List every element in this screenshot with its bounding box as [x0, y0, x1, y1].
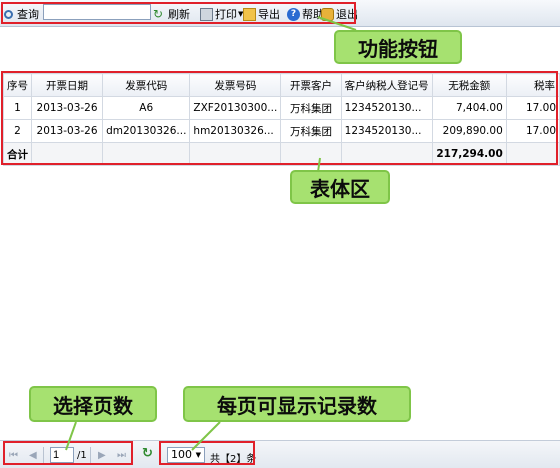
callout-page-size: 每页可显示记录数: [183, 386, 411, 422]
toolbar-highlight-frame: [1, 2, 356, 24]
callout-table-area-text: 表体区: [310, 176, 370, 201]
callout-page-select: 选择页数: [29, 386, 157, 422]
table-highlight-frame: [1, 71, 558, 165]
callout-page-size-text: 每页可显示记录数: [217, 393, 377, 418]
callout-function-buttons: 功能按钮: [334, 30, 462, 64]
pager-nav-highlight-frame: [3, 441, 133, 465]
pager-size-highlight-frame: [159, 441, 255, 465]
callout-table-area: 表体区: [290, 170, 390, 204]
refresh-icon[interactable]: ↻: [142, 447, 155, 460]
callout-function-buttons-text: 功能按钮: [358, 36, 438, 61]
callout-page-select-text: 选择页数: [53, 393, 133, 418]
